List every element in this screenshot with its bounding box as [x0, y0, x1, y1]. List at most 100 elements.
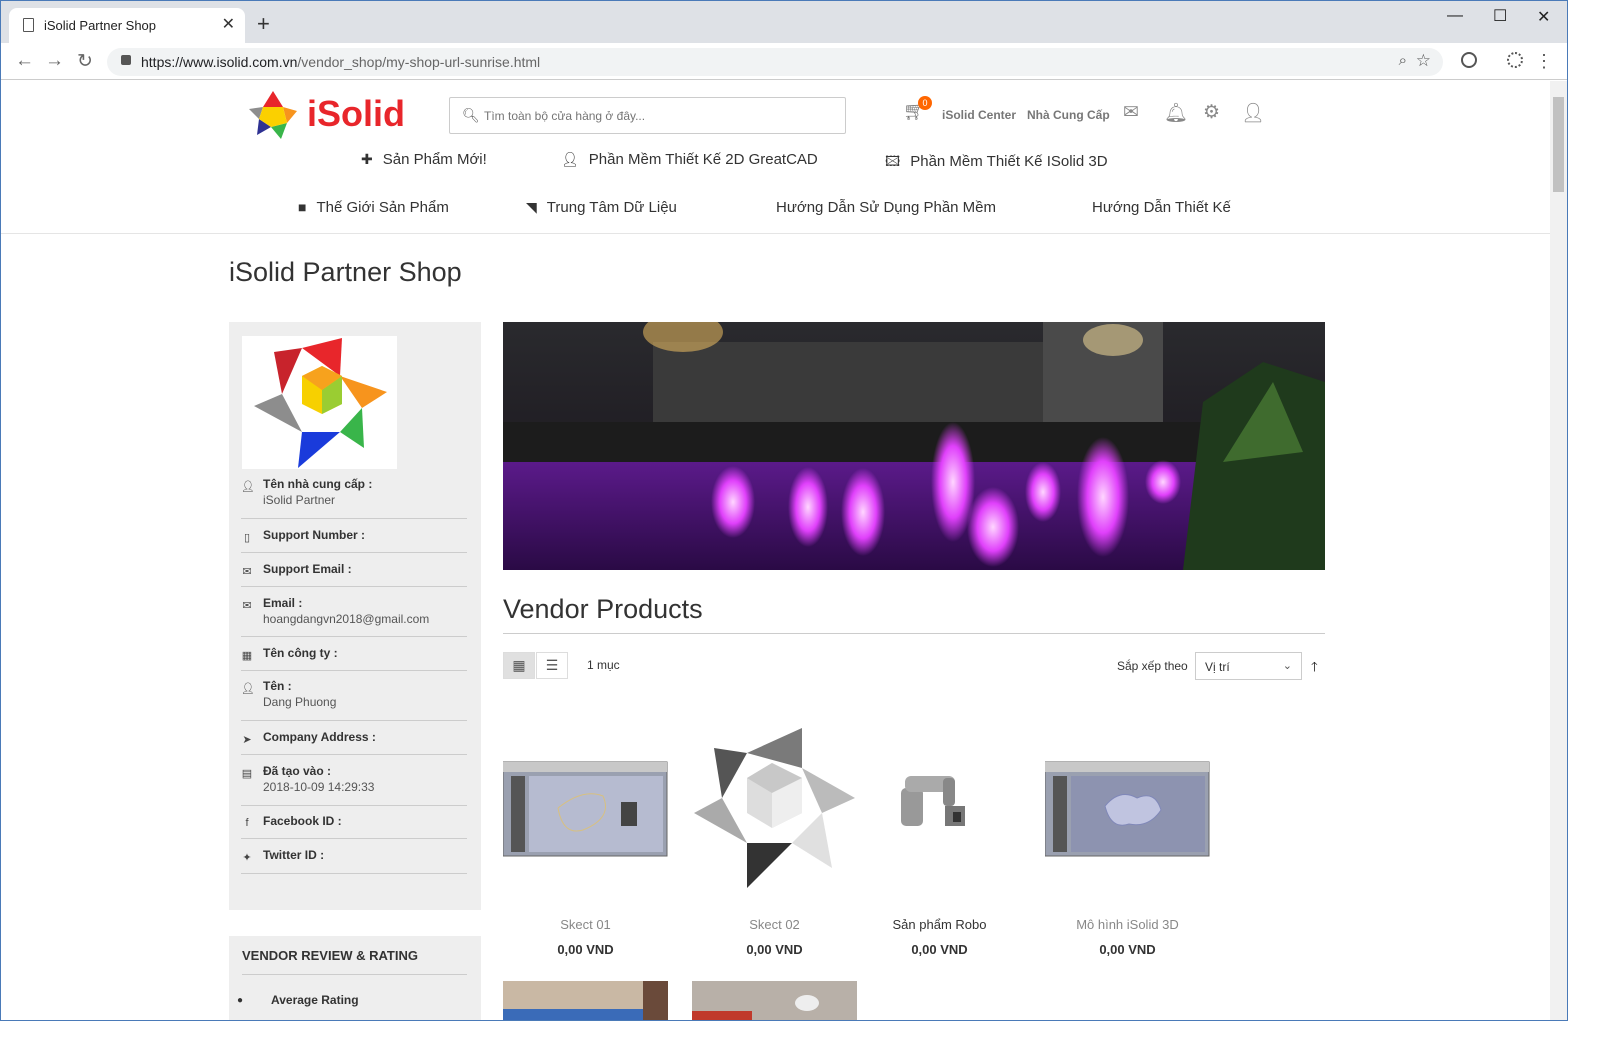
browser-tab[interactable]: iSolid Partner Shop ✕: [9, 8, 245, 43]
nav-item-product-world[interactable]: ■ Thế Giới Sản Phẩm: [298, 199, 449, 216]
email-row: ✉ Email : hoangdangvn2018@gmail.com: [241, 596, 467, 637]
person-name-row: 👤︎ Tên : Dang Phuong: [241, 679, 467, 721]
address-bar[interactable]: https://www.isolid.com.vn/vendor_shop/my…: [107, 48, 1443, 76]
vendor-info-panel: 👤︎ Tên nhà cung cấp : iSolid Partner ▯ Supp…: [229, 322, 481, 910]
divider: [503, 633, 1325, 634]
product-card[interactable]: Sản phẩm Robo 0,00 VND: [857, 718, 1022, 958]
list-view-button[interactable]: ☰: [536, 652, 568, 679]
isolid-center-link[interactable]: iSolid Center: [942, 108, 1016, 122]
page-title: iSolid Partner Shop: [229, 257, 462, 287]
extension-icon[interactable]: [1461, 52, 1477, 68]
user-icon: 👤︎: [241, 481, 255, 493]
calendar-icon: ▤: [241, 768, 253, 780]
support-email-row: ✉ Support Email :: [241, 562, 467, 587]
review-heading: VENDOR REVIEW & RATING: [242, 948, 418, 963]
page-scrollbar[interactable]: [1550, 81, 1567, 1020]
envelope-icon: ✉: [242, 600, 252, 612]
reload-button[interactable]: ↻: [77, 50, 93, 73]
product-card[interactable]: Skect 01 0,00 VND: [503, 718, 668, 958]
product-image[interactable]: [692, 981, 857, 1020]
bell-icon[interactable]: 🔔︎: [1164, 101, 1188, 125]
vendor-review-panel: VENDOR REVIEW & RATING ● Average Rating: [229, 936, 481, 1020]
facebook-row: f Facebook ID :: [241, 814, 467, 839]
sort-label: Sắp xếp theo: [1117, 659, 1188, 673]
product-price: 0,00 VND: [911, 942, 968, 957]
grid-view-button[interactable]: ▦: [503, 652, 535, 679]
product-card[interactable]: Skect 02 0,00 VND: [692, 718, 857, 958]
product-image[interactable]: [1045, 718, 1210, 893]
bullet: ●: [237, 995, 244, 1006]
product-name[interactable]: Mô hình iSolid 3D: [1045, 917, 1210, 932]
company-address-row: ➤ Company Address :: [241, 730, 467, 755]
nav-item-data-center[interactable]: ◥ Trung Tâm Dữ Liệu: [526, 199, 677, 216]
zoom-icon[interactable]: ⌕: [1399, 52, 1407, 69]
support-number-row: ▯ Support Number :: [241, 528, 467, 553]
forward-button[interactable]: →: [45, 50, 64, 72]
vendor-name-row: 👤︎ Tên nhà cung cấp : iSolid Partner: [241, 477, 467, 519]
product-name[interactable]: Skect 02: [692, 917, 857, 932]
product-thumbnail: [692, 981, 857, 1020]
url-text[interactable]: https://www.isolid.com.vn/vendor_shop/my…: [141, 54, 540, 70]
envelope-icon[interactable]: ✉: [1123, 101, 1139, 124]
logo-mark-icon: [249, 91, 297, 139]
sort-direction-icon[interactable]: 🡑: [1311, 658, 1318, 680]
location-arrow-icon: ➤: [242, 734, 252, 746]
nav-item-software-guide[interactable]: Hướng Dẫn Sử Dụng Phần Mềm: [776, 199, 996, 216]
facebook-icon: f: [245, 817, 249, 829]
nav-item-design-guide[interactable]: Hướng Dẫn Thiết Kế: [1092, 199, 1231, 216]
scrollbar-thumb[interactable]: [1553, 97, 1564, 192]
add-user-icon[interactable]: 👤︎: [1241, 101, 1265, 125]
product-card[interactable]: Mô hình iSolid 3D 0,00 VND: [1045, 718, 1210, 958]
product-image[interactable]: [692, 718, 857, 893]
browser-menu-icon[interactable]: ⋮: [1535, 51, 1553, 72]
user-icon: 👤︎: [241, 683, 255, 695]
image-icon: 🖾: [885, 153, 901, 169]
nav-item-new-products[interactable]: ✚ Sản Phẩm Mới!: [361, 151, 487, 168]
supplier-link[interactable]: Nhà Cung Cấp: [1027, 108, 1110, 122]
envelope-icon: ✉: [242, 566, 252, 578]
logo-text: iSolid: [307, 93, 405, 134]
twitter-row: ✦ Twitter ID :: [241, 848, 467, 874]
vendor-logo-image: [254, 338, 387, 468]
lock-icon: [121, 55, 131, 65]
bookmark-star-icon[interactable]: ☆: [1416, 51, 1431, 71]
minimize-button[interactable]: —: [1447, 7, 1463, 25]
product-name[interactable]: Skect 01: [503, 917, 668, 932]
product-image[interactable]: [857, 718, 1022, 893]
page-content: iSolid 🔍︎ 🛒︎0 iSolid Center Nhà Cung Cấp…: [1, 81, 1551, 1020]
search-input[interactable]: [484, 104, 834, 128]
mobile-icon: ▯: [243, 532, 251, 544]
vendor-products-title: Vendor Products: [503, 594, 703, 624]
product-image[interactable]: [503, 718, 668, 893]
close-tab-icon[interactable]: ✕: [222, 14, 235, 34]
sort-select[interactable]: Vị trí ⌄: [1195, 652, 1302, 680]
profile-icon[interactable]: [1507, 52, 1523, 68]
site-header: iSolid 🔍︎ 🛒︎0 iSolid Center Nhà Cung Cấp…: [1, 81, 1551, 234]
product-image[interactable]: [503, 981, 668, 1020]
product-price: 0,00 VND: [557, 942, 614, 957]
video-icon: ■: [298, 199, 307, 215]
company-name-row: ▦ Tên công ty :: [241, 646, 467, 671]
chevron-down-icon: ⌄: [1282, 660, 1292, 672]
sort-select-value: Vị trí: [1205, 660, 1230, 674]
address-bar-row: ← → ↻ https://www.isolid.com.vn/vendor_s…: [1, 43, 1567, 80]
product-name[interactable]: Sản phẩm Robo: [857, 917, 1022, 932]
search-icon: 🔍︎: [462, 107, 480, 123]
vendor-banner-image: [503, 322, 1325, 570]
product-price: 0,00 VND: [746, 942, 803, 957]
nav-item-greatcad[interactable]: 👤︎ Phần Mềm Thiết Kế 2D GreatCAD: [561, 151, 818, 168]
nav-item-isolid-3d[interactable]: 🖾 Phần Mềm Thiết Kế ISolid 3D: [885, 151, 1108, 175]
gear-icon[interactable]: ⚙: [1203, 101, 1220, 124]
average-rating-label: Average Rating: [271, 993, 359, 1007]
cart-icon[interactable]: 🛒︎ 0: [903, 96, 932, 122]
user-icon: 👤︎: [561, 151, 579, 167]
close-window-button[interactable]: ✕: [1537, 7, 1550, 27]
search-box[interactable]: 🔍︎: [449, 97, 846, 134]
site-logo[interactable]: iSolid: [247, 89, 407, 139]
item-count: 1 mục: [587, 658, 620, 672]
back-button[interactable]: ←: [15, 50, 34, 72]
page-icon: [23, 18, 34, 32]
product-price: 0,00 VND: [1099, 942, 1156, 957]
new-tab-button[interactable]: +: [257, 11, 270, 37]
maximize-button[interactable]: ☐: [1493, 6, 1507, 26]
